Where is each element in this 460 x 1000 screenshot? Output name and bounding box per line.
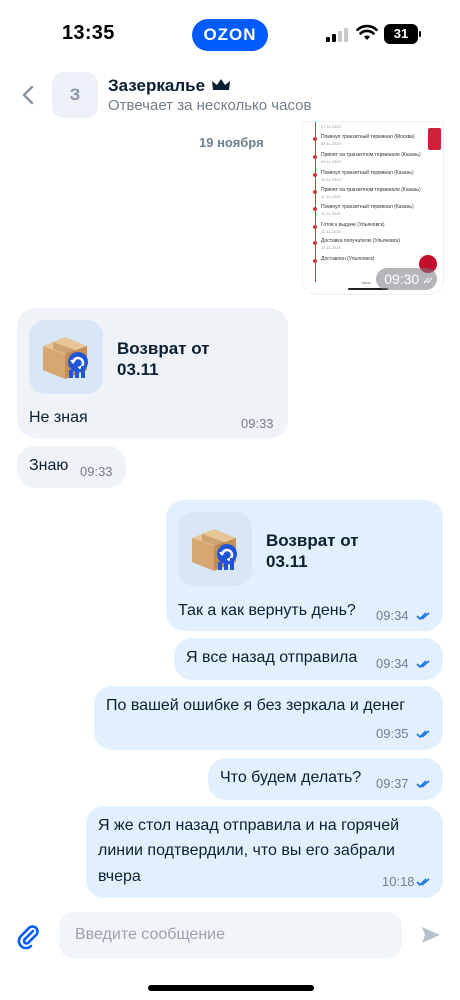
- message-text: Что будем делать?: [220, 769, 362, 786]
- outgoing-message[interactable]: Я же стол назад отправила и на горячей л…: [86, 806, 443, 898]
- receipt-icon: [428, 128, 441, 150]
- crown-icon: [212, 79, 231, 90]
- message-text: Так а как вернуть день?: [178, 602, 356, 619]
- message-text: По вашей ошибке я без зеркала и денег: [106, 697, 406, 714]
- ozon-app-badge: OZON: [192, 19, 268, 51]
- message-text-line: вчера: [98, 868, 141, 885]
- read-check-icon: [416, 878, 430, 887]
- message-text: Я все назад отправила: [186, 649, 358, 666]
- home-indicator: [148, 985, 314, 991]
- product-title[interactable]: Возврат от 03.11: [117, 338, 217, 380]
- battery-icon: 31: [384, 24, 421, 44]
- message-time: 09:35: [376, 726, 409, 741]
- message-time: 10:18: [382, 874, 415, 889]
- chat-screen: 13:35 OZON 31 З Зазеркалье Отвечает за н…: [0, 0, 460, 1000]
- message-input[interactable]: [59, 912, 402, 958]
- image-time: 09:30: [384, 271, 420, 287]
- product-thumbnail[interactable]: [29, 320, 103, 394]
- store-name[interactable]: Зазеркалье: [108, 76, 231, 96]
- outgoing-message[interactable]: Я все назад отправила 09:34: [174, 638, 443, 680]
- read-check-icon: ✓✓: [422, 276, 434, 287]
- tracking-timeline: [315, 122, 316, 282]
- read-check-icon: [416, 730, 430, 739]
- message-time: 09:34: [376, 608, 409, 623]
- message-text-line: линии подтвердили, что вы его забрали: [98, 842, 395, 859]
- store-status: Отвечает за несколько часов: [108, 97, 312, 114]
- return-box-icon: [43, 337, 88, 379]
- read-check-icon: [416, 612, 430, 621]
- message-time: 09:34: [376, 656, 409, 671]
- thumbnail-tab-label: Чаты: [361, 280, 371, 285]
- outgoing-product-message[interactable]: Возврат от 03.11 Так а как вернуть день?…: [166, 500, 443, 631]
- product-thumbnail[interactable]: [178, 512, 252, 586]
- image-timestamp: 09:30 ✓✓: [376, 268, 437, 290]
- read-check-icon: [416, 660, 430, 669]
- cellular-signal-icon: [326, 26, 348, 42]
- message-time: 09:33: [241, 416, 274, 431]
- store-name-label: Зазеркалье: [108, 76, 206, 95]
- wifi-icon: [356, 24, 378, 40]
- paperclip-icon[interactable]: [16, 924, 42, 950]
- back-chevron-icon[interactable]: [18, 84, 40, 106]
- incoming-product-message[interactable]: Возврат от 03.11 Не зная 09:33: [17, 308, 288, 438]
- store-avatar[interactable]: З: [52, 72, 98, 118]
- message-text: Знаю: [29, 457, 69, 474]
- read-check-icon: [416, 780, 430, 789]
- message-time: 09:37: [376, 776, 409, 791]
- message-text: Не зная: [29, 409, 88, 426]
- outgoing-message[interactable]: По вашей ошибке я без зеркала и денег 09…: [94, 686, 443, 750]
- image-message[interactable]: 07.11.2025 Покинул транзитный терминал (…: [303, 122, 443, 294]
- date-separator: 19 ноября: [199, 135, 264, 150]
- product-title[interactable]: Возврат от 03.11: [266, 530, 366, 572]
- status-time: 13:35: [62, 22, 115, 44]
- send-icon[interactable]: [420, 924, 442, 946]
- return-box-icon: [192, 529, 237, 571]
- status-bar: 13:35 OZON 31: [0, 0, 460, 66]
- chat-header: З Зазеркалье Отвечает за несколько часов: [0, 66, 460, 126]
- outgoing-message[interactable]: Что будем делать? 09:37: [208, 758, 443, 800]
- message-text-line: Я же стол назад отправила и на горячей: [98, 817, 400, 834]
- message-time: 09:33: [80, 464, 113, 479]
- incoming-message[interactable]: Знаю 09:33: [17, 446, 126, 488]
- message-composer: [0, 910, 460, 966]
